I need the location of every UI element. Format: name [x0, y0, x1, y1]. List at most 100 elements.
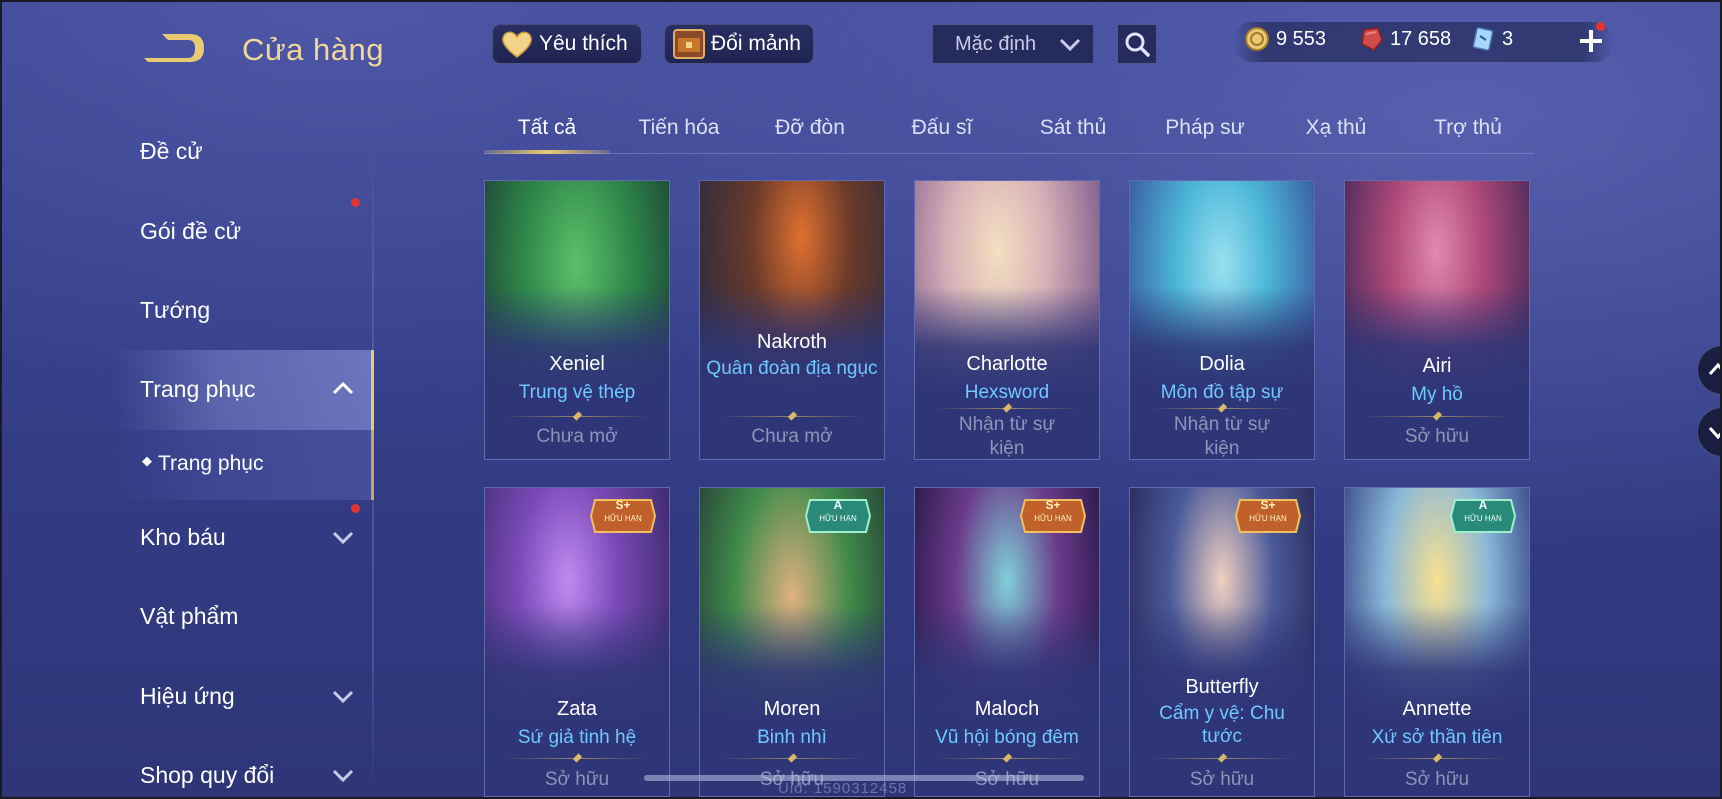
- ownership-status: Sở hữu: [1189, 769, 1255, 790]
- rarity-label: HỮU HẠN: [604, 514, 642, 523]
- tab-marksman[interactable]: Xạ thủ: [1276, 116, 1396, 140]
- rarity-rank: A: [1478, 498, 1488, 512]
- scroll-up-button[interactable]: [1697, 345, 1720, 395]
- ownership-status: Sở hữu: [544, 769, 610, 790]
- chevron-down-icon: [1708, 427, 1720, 440]
- tab-support[interactable]: Trợ thủ: [1408, 116, 1528, 140]
- game-screen: Cửa hàng Yêu thích Đổi mảnh Mặc định 9 5…: [2, 2, 1720, 797]
- sidebar-item-effects[interactable]: Hiệu ứng: [140, 683, 235, 710]
- hero-name: Xeniel: [549, 353, 605, 375]
- sidebar-item-heroes[interactable]: Tướng: [140, 297, 210, 324]
- favorite-button[interactable]: Yêu thích: [492, 24, 642, 64]
- tab-tank[interactable]: Đỡ đòn: [750, 116, 870, 140]
- hero-name: Butterfly: [1185, 676, 1259, 698]
- voucher-balance: 3: [1470, 26, 1513, 52]
- page-title: Cửa hàng: [242, 32, 384, 67]
- ownership-status: Nhận từ sự kiện: [958, 414, 1056, 459]
- user-id-watermark: Uid: 1590312458: [778, 780, 908, 797]
- sidebar-item-skins[interactable]: Trang phục: [114, 350, 374, 430]
- treasure-chest-icon: [671, 26, 707, 62]
- skin-name: My hồ: [1411, 384, 1463, 405]
- voucher-card-icon: [1472, 27, 1494, 51]
- skin-name: Sứ giả tinh hệ: [517, 727, 637, 748]
- skin-card[interactable]: Charlotte Hexsword Nhận từ sự kiện: [914, 180, 1100, 460]
- tab-assassin[interactable]: Sát thủ: [1013, 116, 1133, 140]
- back-arrow-icon: [144, 34, 204, 62]
- skin-card[interactable]: Xeniel Trung vệ thép Chưa mở: [484, 180, 670, 460]
- skin-name: Xứ sở thần tiên: [1371, 727, 1503, 748]
- ownership-status: Sở hữu: [1404, 426, 1470, 447]
- diamond-bullet-icon: ◆: [142, 453, 152, 468]
- chevron-down-icon: [332, 690, 354, 704]
- heart-icon: [499, 26, 535, 62]
- sidebar-subitem-skins[interactable]: ◆ Trang phục: [114, 430, 374, 500]
- back-button[interactable]: [140, 28, 210, 68]
- sidebar-item-recommended-bundles[interactable]: Gói đề cử: [140, 218, 241, 245]
- rarity-rank: S+: [1260, 498, 1276, 512]
- rarity-label: HỮU HẠN: [1034, 514, 1072, 523]
- notification-dot: [351, 504, 360, 513]
- chevron-up-icon: [1708, 362, 1720, 375]
- tab-mage[interactable]: Pháp sư: [1145, 116, 1265, 140]
- tabs-divider: [484, 153, 1534, 154]
- sidebar-subitem-label: Trang phục: [158, 452, 264, 475]
- hero-name: Zata: [556, 698, 598, 720]
- chevron-down-icon: [332, 531, 354, 545]
- search-button[interactable]: [1117, 24, 1157, 64]
- chevron-down-icon: [1059, 38, 1081, 52]
- sidebar-item-treasure[interactable]: Kho báu: [140, 524, 226, 551]
- ownership-status: Nhận từ sự kiện: [1173, 414, 1271, 459]
- skin-card[interactable]: A HỮU HẠN Moren Binh nhì Sở hữu: [699, 487, 885, 797]
- notification-dot: [351, 198, 360, 207]
- skin-card[interactable]: Dolia Môn đồ tập sự Nhận từ sự kiện: [1129, 180, 1315, 460]
- sort-dropdown[interactable]: Mặc định: [932, 24, 1094, 64]
- skin-card[interactable]: S+ HỮU HẠN Zata Sứ giả tinh hệ Sở hữu: [484, 487, 670, 797]
- skin-card[interactable]: Nakroth Quân đoàn địa ngục Chưa mở: [699, 180, 885, 460]
- skin-name: Trung vệ thép: [518, 382, 636, 403]
- sort-value: Mặc định: [955, 32, 1037, 55]
- sidebar-item-exchange-shop[interactable]: Shop quy đổi: [140, 762, 274, 789]
- gem-balance: 17 658: [1358, 26, 1451, 52]
- ownership-status: Chưa mở: [536, 426, 618, 447]
- skin-card[interactable]: S+ HỮU HẠN Maloch Vũ hội bóng đêm Sở hữu: [914, 487, 1100, 797]
- hero-name: Dolia: [1199, 353, 1245, 375]
- hero-name: Nakroth: [756, 331, 828, 353]
- search-icon: [1125, 32, 1150, 57]
- sidebar-item-recommended[interactable]: Đề cử: [140, 138, 203, 165]
- skin-name: Binh nhì: [757, 727, 827, 748]
- skin-card[interactable]: A HỮU HẠN Annette Xứ sở thần tiên Sở hữu: [1344, 487, 1530, 797]
- rarity-label: HỮU HẠN: [819, 514, 857, 523]
- tab-fighter[interactable]: Đấu sĩ: [882, 116, 1002, 140]
- gold-coin-icon: [1245, 27, 1269, 51]
- tab-all[interactable]: Tất cả: [487, 116, 607, 140]
- hero-name: Annette: [1402, 698, 1472, 720]
- category-tabs: Tất cả Tiến hóa Đỡ đòn Đấu sĩ Sát thủ Ph…: [484, 102, 1534, 156]
- skin-name: Vũ hội bóng đêm: [935, 727, 1079, 748]
- exchange-fragments-button[interactable]: Đổi mảnh: [664, 24, 814, 64]
- rarity-rank: A: [833, 498, 843, 512]
- red-gem-icon: [1361, 27, 1383, 51]
- skin-card[interactable]: Airi My hồ Sở hữu: [1344, 180, 1530, 460]
- skin-name: Môn đồ tập sự: [1160, 382, 1284, 403]
- hero-name: Maloch: [974, 698, 1040, 720]
- hero-name: Charlotte: [966, 353, 1048, 375]
- rarity-rank: S+: [1045, 498, 1061, 512]
- hero-name: Airi: [1422, 355, 1452, 377]
- hero-name: Moren: [763, 698, 821, 720]
- ownership-status: Sở hữu: [1404, 769, 1470, 790]
- notification-dot: [1596, 22, 1605, 31]
- scroll-down-button[interactable]: [1697, 407, 1720, 457]
- rarity-rank: S+: [615, 498, 631, 512]
- active-tab-indicator: [484, 150, 610, 154]
- sidebar-item-label: Trang phục: [140, 376, 256, 402]
- rarity-label: HỮU HẠN: [1249, 514, 1287, 523]
- sidebar-item-items[interactable]: Vật phẩm: [140, 603, 238, 630]
- tab-evolution[interactable]: Tiến hóa: [619, 116, 739, 140]
- skin-name: Cẩm y vệ: Chu tước: [1159, 703, 1285, 747]
- skin-card[interactable]: S+ HỮU HẠN Butterfly Cẩm y vệ: Chu tước …: [1129, 487, 1315, 797]
- exchange-label: Đổi mảnh: [711, 32, 801, 55]
- favorite-label: Yêu thích: [539, 32, 628, 55]
- chevron-up-icon: [332, 381, 354, 395]
- skin-name: Hexsword: [964, 382, 1050, 403]
- gold-balance: 9 553: [1244, 26, 1326, 52]
